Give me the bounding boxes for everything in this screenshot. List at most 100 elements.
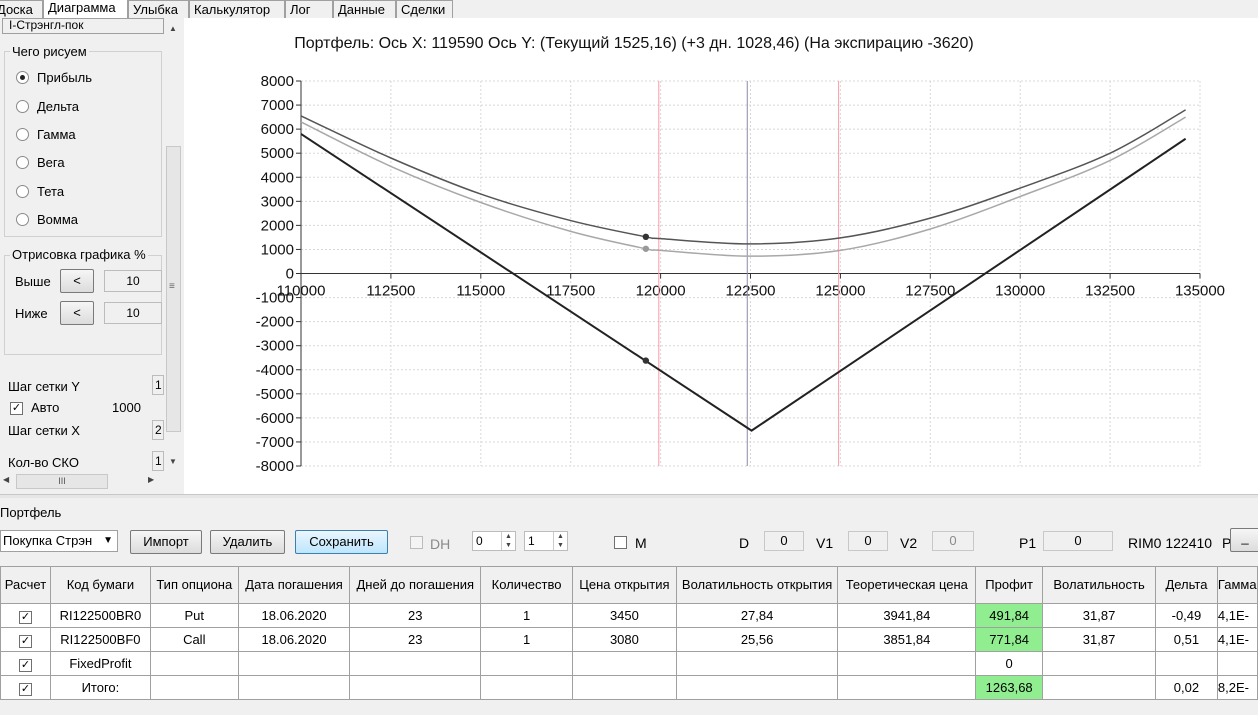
scroll-thumb[interactable]: III <box>16 474 108 489</box>
table-cell[interactable]: 4,1E- <box>1216 603 1258 628</box>
table-cell[interactable]: 23 <box>349 627 482 652</box>
profit-cell[interactable]: 771,84 <box>975 627 1044 652</box>
scroll-right-icon[interactable]: ▶ <box>148 475 154 484</box>
col-header[interactable]: Цена открытия <box>572 566 677 604</box>
table-cell[interactable] <box>480 651 574 676</box>
calc-checkbox-cell[interactable]: ✓ <box>0 675 51 700</box>
radio-delta[interactable]: Дельта <box>16 97 79 115</box>
calc-checkbox-cell[interactable]: ✓ <box>0 627 51 652</box>
spin-up-icon[interactable]: ▲ <box>553 532 567 541</box>
save-button[interactable]: Сохранить <box>295 530 388 554</box>
radio-vega[interactable]: Вега <box>16 153 65 171</box>
table-cell[interactable]: 3080 <box>572 627 677 652</box>
portfolio-select[interactable]: Покупка Стрэн ▼ <box>0 530 118 552</box>
table-cell[interactable]: 3851,84 <box>837 627 977 652</box>
table-cell[interactable]: 0,02 <box>1155 675 1218 700</box>
table-cell[interactable] <box>480 675 574 700</box>
tab-calculator[interactable]: Калькулятор <box>189 0 285 18</box>
col-header[interactable]: Профит <box>975 566 1044 604</box>
radio-gamma[interactable]: Гамма <box>16 125 76 143</box>
col-header[interactable]: Волатильность открытия <box>675 566 839 604</box>
delete-button[interactable]: Удалить <box>210 530 285 554</box>
col-header[interactable]: Дней до погашения <box>349 566 482 604</box>
table-cell[interactable] <box>149 651 239 676</box>
table-cell[interactable] <box>837 651 977 676</box>
tab-diagram[interactable]: Диаграмма <box>43 0 128 18</box>
v2-value[interactable]: 0 <box>932 531 974 551</box>
v1-value[interactable]: 0 <box>848 531 888 551</box>
table-cell[interactable]: 3450 <box>572 603 677 628</box>
table-cell[interactable] <box>1042 675 1156 700</box>
import-button[interactable]: Импорт <box>130 530 202 554</box>
table-cell[interactable]: Put <box>149 603 239 628</box>
grid-y-input[interactable]: 1 <box>152 375 164 395</box>
table-row[interactable]: ✓ RI122500BR0 Put 18.06.2020 23 1 3450 2… <box>0 603 1258 628</box>
table-cell[interactable]: RI122500BF0 <box>49 627 151 652</box>
calc-checkbox-cell[interactable]: ✓ <box>0 651 51 676</box>
calc-checkbox-cell[interactable]: ✓ <box>0 603 51 628</box>
table-cell[interactable]: 25,56 <box>675 627 839 652</box>
table-cell[interactable]: 18.06.2020 <box>237 603 351 628</box>
calc-checkbox[interactable]: ✓ <box>18 682 32 696</box>
spin-input-1[interactable]: 0 ▲ ▼ <box>472 531 516 551</box>
calc-checkbox[interactable]: ✓ <box>18 658 32 672</box>
table-cell[interactable] <box>149 675 239 700</box>
tab-data[interactable]: Данные <box>333 0 396 18</box>
scroll-left-icon[interactable]: ◀ <box>3 475 9 484</box>
scroll-up-icon[interactable]: ▲ <box>169 24 177 33</box>
table-cell[interactable]: 1 <box>480 603 574 628</box>
m-checkbox[interactable] <box>614 536 627 549</box>
table-cell[interactable]: 0,51 <box>1155 627 1218 652</box>
table-cell[interactable]: 31,87 <box>1042 603 1156 628</box>
spin-input-2[interactable]: 1 ▲ ▼ <box>524 531 568 551</box>
below-decrease-button[interactable]: < <box>60 301 94 325</box>
radio-vomma[interactable]: Вомма <box>16 210 78 228</box>
spin-down-icon[interactable]: ▼ <box>553 541 567 550</box>
table-row[interactable]: ✓ Итого: 1263,68 0,02 8,2E- <box>0 675 1258 700</box>
table-cell[interactable]: Call <box>149 627 239 652</box>
calc-checkbox[interactable]: ✓ <box>18 610 32 624</box>
sko-input[interactable]: 1 <box>152 451 164 471</box>
table-cell[interactable] <box>237 651 351 676</box>
tab-doska[interactable]: Доска <box>0 0 43 18</box>
radio-theta[interactable]: Тета <box>16 182 64 200</box>
table-cell[interactable] <box>837 675 977 700</box>
col-header[interactable]: Дельта <box>1155 566 1218 604</box>
table-cell[interactable]: FixedProfit <box>49 651 151 676</box>
above-decrease-button[interactable]: < <box>60 269 94 293</box>
calc-checkbox[interactable]: ✓ <box>18 634 32 648</box>
table-cell[interactable] <box>572 675 677 700</box>
tab-log[interactable]: Лог <box>285 0 333 18</box>
table-cell[interactable]: 3941,84 <box>837 603 977 628</box>
table-cell[interactable]: 23 <box>349 603 482 628</box>
col-header[interactable]: Волатильность <box>1042 566 1156 604</box>
below-value[interactable]: 10 <box>104 302 162 324</box>
grid-x-input[interactable]: 2 <box>152 420 164 440</box>
spin-up-icon[interactable]: ▲ <box>501 532 515 541</box>
p1-value[interactable]: 0 <box>1043 531 1113 551</box>
col-header[interactable]: Код бумаги <box>49 566 151 604</box>
radio-profit[interactable]: Прибыль <box>16 68 92 86</box>
tab-deals[interactable]: Сделки <box>396 0 453 18</box>
spin-down-icon[interactable]: ▼ <box>501 541 515 550</box>
table-cell[interactable]: RI122500BR0 <box>49 603 151 628</box>
table-row[interactable]: ✓ FixedProfit 0 <box>0 651 1258 676</box>
table-cell[interactable]: 8,2E- <box>1216 675 1258 700</box>
col-header[interactable]: Количество <box>480 566 574 604</box>
profit-cell[interactable]: 0 <box>975 651 1044 676</box>
table-cell[interactable] <box>1216 651 1258 676</box>
table-cell[interactable]: 4,1E- <box>1216 627 1258 652</box>
table-cell[interactable] <box>675 675 839 700</box>
dh-checkbox[interactable] <box>410 536 423 549</box>
table-cell[interactable] <box>572 651 677 676</box>
table-cell[interactable]: 18.06.2020 <box>237 627 351 652</box>
strategy-combo[interactable]: I-Стрэнгл-пок <box>2 18 164 34</box>
col-header[interactable]: Расчет <box>0 566 51 604</box>
tab-smile[interactable]: Улыбка <box>128 0 189 18</box>
panel-vertical-scrollbar[interactable]: ▲ ≡ ▼ <box>165 20 182 472</box>
col-header[interactable]: Гамма <box>1216 566 1258 604</box>
scroll-down-icon[interactable]: ▼ <box>169 457 177 466</box>
profit-cell[interactable]: 1263,68 <box>975 675 1044 700</box>
table-cell[interactable] <box>675 651 839 676</box>
scroll-thumb[interactable]: ≡ <box>166 146 181 432</box>
